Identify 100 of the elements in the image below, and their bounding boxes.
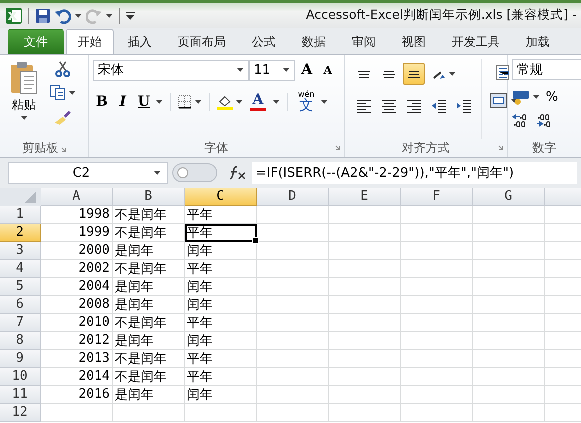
customize-caret-icon[interactable]	[126, 12, 135, 20]
undo-icon[interactable]	[55, 8, 71, 24]
save-icon[interactable]	[35, 8, 51, 24]
column-header[interactable]: D	[257, 188, 329, 206]
ribbon-tab[interactable]: 视图	[390, 29, 438, 54]
column-header[interactable]: A	[41, 188, 113, 206]
caret-icon[interactable]	[69, 91, 76, 95]
row-header[interactable]: 5	[0, 278, 41, 296]
table-cell	[473, 242, 545, 260]
row-header[interactable]: 11	[0, 386, 41, 404]
row-header[interactable]: 7	[0, 314, 41, 332]
caret-icon[interactable]	[449, 72, 456, 76]
number-format-field[interactable]: 常规	[512, 59, 581, 80]
row-header[interactable]: 2	[0, 224, 41, 242]
table-cell: 2010	[41, 314, 113, 332]
formula-field[interactable]: =IF(ISERR(--(A2&"-2-29")),"平年","闰年")	[252, 162, 577, 184]
caret-icon[interactable]	[75, 14, 82, 18]
table-cell: 2008	[41, 296, 113, 314]
paste-button[interactable]: 粘贴	[12, 97, 36, 114]
increase-decimal-icon[interactable]	[512, 114, 528, 128]
caret-icon[interactable]	[273, 100, 280, 104]
caret-icon[interactable]	[533, 95, 540, 99]
paste-icon[interactable]	[9, 61, 39, 95]
table-cell	[401, 296, 473, 314]
dialog-launcher-icon[interactable]	[496, 143, 503, 150]
currency-icon[interactable]	[512, 89, 530, 105]
ribbon-tab[interactable]: 页面布局	[166, 29, 238, 54]
caret-icon[interactable]	[236, 100, 244, 104]
table-cell	[329, 296, 401, 314]
ribbon-tab[interactable]: 数据	[290, 29, 338, 54]
font-color-button[interactable]: A	[246, 90, 270, 114]
caret-icon[interactable]	[320, 100, 328, 104]
table-cell	[473, 368, 545, 386]
ribbon-tab[interactable]: 插入	[116, 29, 164, 54]
ribbon-tab[interactable]: 加载	[514, 29, 562, 54]
row-header[interactable]: 4	[0, 260, 41, 278]
function-icon[interactable]	[228, 165, 248, 181]
table-cell: 不是闰年	[113, 368, 185, 386]
underline-button[interactable]: U	[135, 91, 154, 113]
table-cell: 平年	[185, 224, 257, 242]
column-header[interactable]: B	[113, 188, 185, 206]
table-cell: 闰年	[185, 386, 257, 404]
italic-button[interactable]: I	[114, 91, 132, 113]
table-cell: 平年	[185, 350, 257, 368]
bold-button[interactable]: B	[93, 91, 111, 113]
table-cell: 不是闰年	[113, 350, 185, 368]
caret-icon[interactable]	[156, 100, 164, 104]
column-header[interactable]: E	[329, 188, 401, 206]
paste-caret-icon[interactable]	[20, 116, 28, 120]
ribbon-tab[interactable]: 开发工具	[440, 29, 512, 54]
dialog-launcher-icon[interactable]	[58, 144, 66, 152]
caret-icon[interactable]	[195, 100, 202, 104]
table-cell	[329, 332, 401, 350]
row-header[interactable]: 6	[0, 296, 41, 314]
row-header[interactable]: 8	[0, 332, 41, 350]
border-icon[interactable]	[178, 95, 192, 109]
caret-icon[interactable]	[237, 68, 244, 72]
row-header[interactable]: 9	[0, 350, 41, 368]
fill-color-icon[interactable]	[217, 94, 234, 110]
column-header[interactable]: C	[185, 188, 257, 206]
table-cell	[329, 314, 401, 332]
align-left-icon	[356, 98, 372, 114]
decrease-decimal-icon[interactable]	[536, 114, 552, 128]
copy-icon[interactable]	[50, 85, 66, 101]
group-label: 剪贴板	[22, 140, 58, 156]
table-cell	[257, 332, 329, 350]
table-cell	[401, 242, 473, 260]
percent-button[interactable]: %	[543, 86, 562, 108]
file-tab[interactable]: 文件	[8, 29, 64, 54]
table-cell	[329, 350, 401, 368]
slider-handle-icon[interactable]	[172, 163, 218, 183]
column-header[interactable]: G	[473, 188, 545, 206]
ribbon-tab[interactable]: 审阅	[340, 29, 388, 54]
row-header[interactable]: 1	[0, 206, 41, 224]
row-header[interactable]: 3	[0, 242, 41, 260]
scissors-icon[interactable]	[55, 61, 71, 77]
font-name-field[interactable]: 宋体	[93, 60, 249, 80]
excel-icon[interactable]	[6, 8, 22, 24]
align-bottom-button[interactable]	[403, 63, 425, 85]
caret-icon[interactable]	[154, 171, 161, 175]
merge-cells-icon[interactable]	[490, 93, 508, 109]
phonetic-button[interactable]: wén 文	[295, 89, 318, 115]
grow-font-button[interactable]: A	[298, 59, 316, 81]
column-header[interactable]: F	[401, 188, 473, 206]
row-header[interactable]: 12	[0, 404, 41, 422]
caret-icon[interactable]	[283, 68, 290, 72]
wrap-text-icon[interactable]	[496, 65, 512, 81]
caret-icon[interactable]	[106, 14, 113, 18]
font-size-field[interactable]: 11	[249, 60, 295, 80]
group-label: 字体	[204, 140, 228, 156]
ribbon-tab[interactable]: 公式	[240, 29, 288, 54]
name-box[interactable]: C2	[8, 162, 168, 184]
dialog-launcher-icon[interactable]	[333, 143, 340, 150]
align-indent-icon	[456, 98, 472, 114]
brush-icon[interactable]	[54, 109, 72, 125]
table-cell	[401, 314, 473, 332]
row-header[interactable]: 10	[0, 368, 41, 386]
shrink-font-button[interactable]: A	[319, 59, 337, 81]
table-cell: 平年	[185, 260, 257, 278]
ribbon-tab[interactable]: 开始	[66, 29, 114, 54]
